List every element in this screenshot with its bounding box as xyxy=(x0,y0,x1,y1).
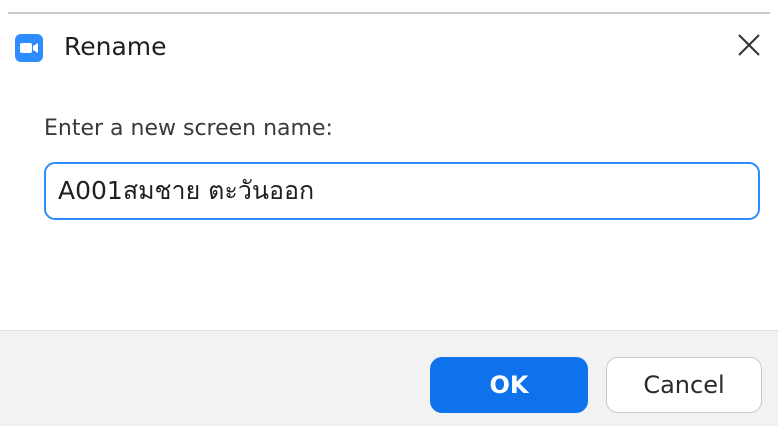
cancel-button[interactable]: Cancel xyxy=(606,357,762,413)
close-button[interactable] xyxy=(712,14,778,76)
window-top-border xyxy=(0,0,778,14)
close-icon xyxy=(738,34,760,56)
dialog-footer: OK Cancel xyxy=(0,330,778,426)
dialog-title: Rename xyxy=(64,32,167,61)
ok-button[interactable]: OK xyxy=(430,357,588,413)
screen-name-input[interactable] xyxy=(44,162,760,220)
zoom-camera-icon xyxy=(15,34,43,62)
prompt-label: Enter a new screen name: xyxy=(44,116,333,141)
title-bar: Rename xyxy=(0,14,778,76)
rename-dialog: Rename Enter a new screen name: OK Cance… xyxy=(0,0,778,426)
